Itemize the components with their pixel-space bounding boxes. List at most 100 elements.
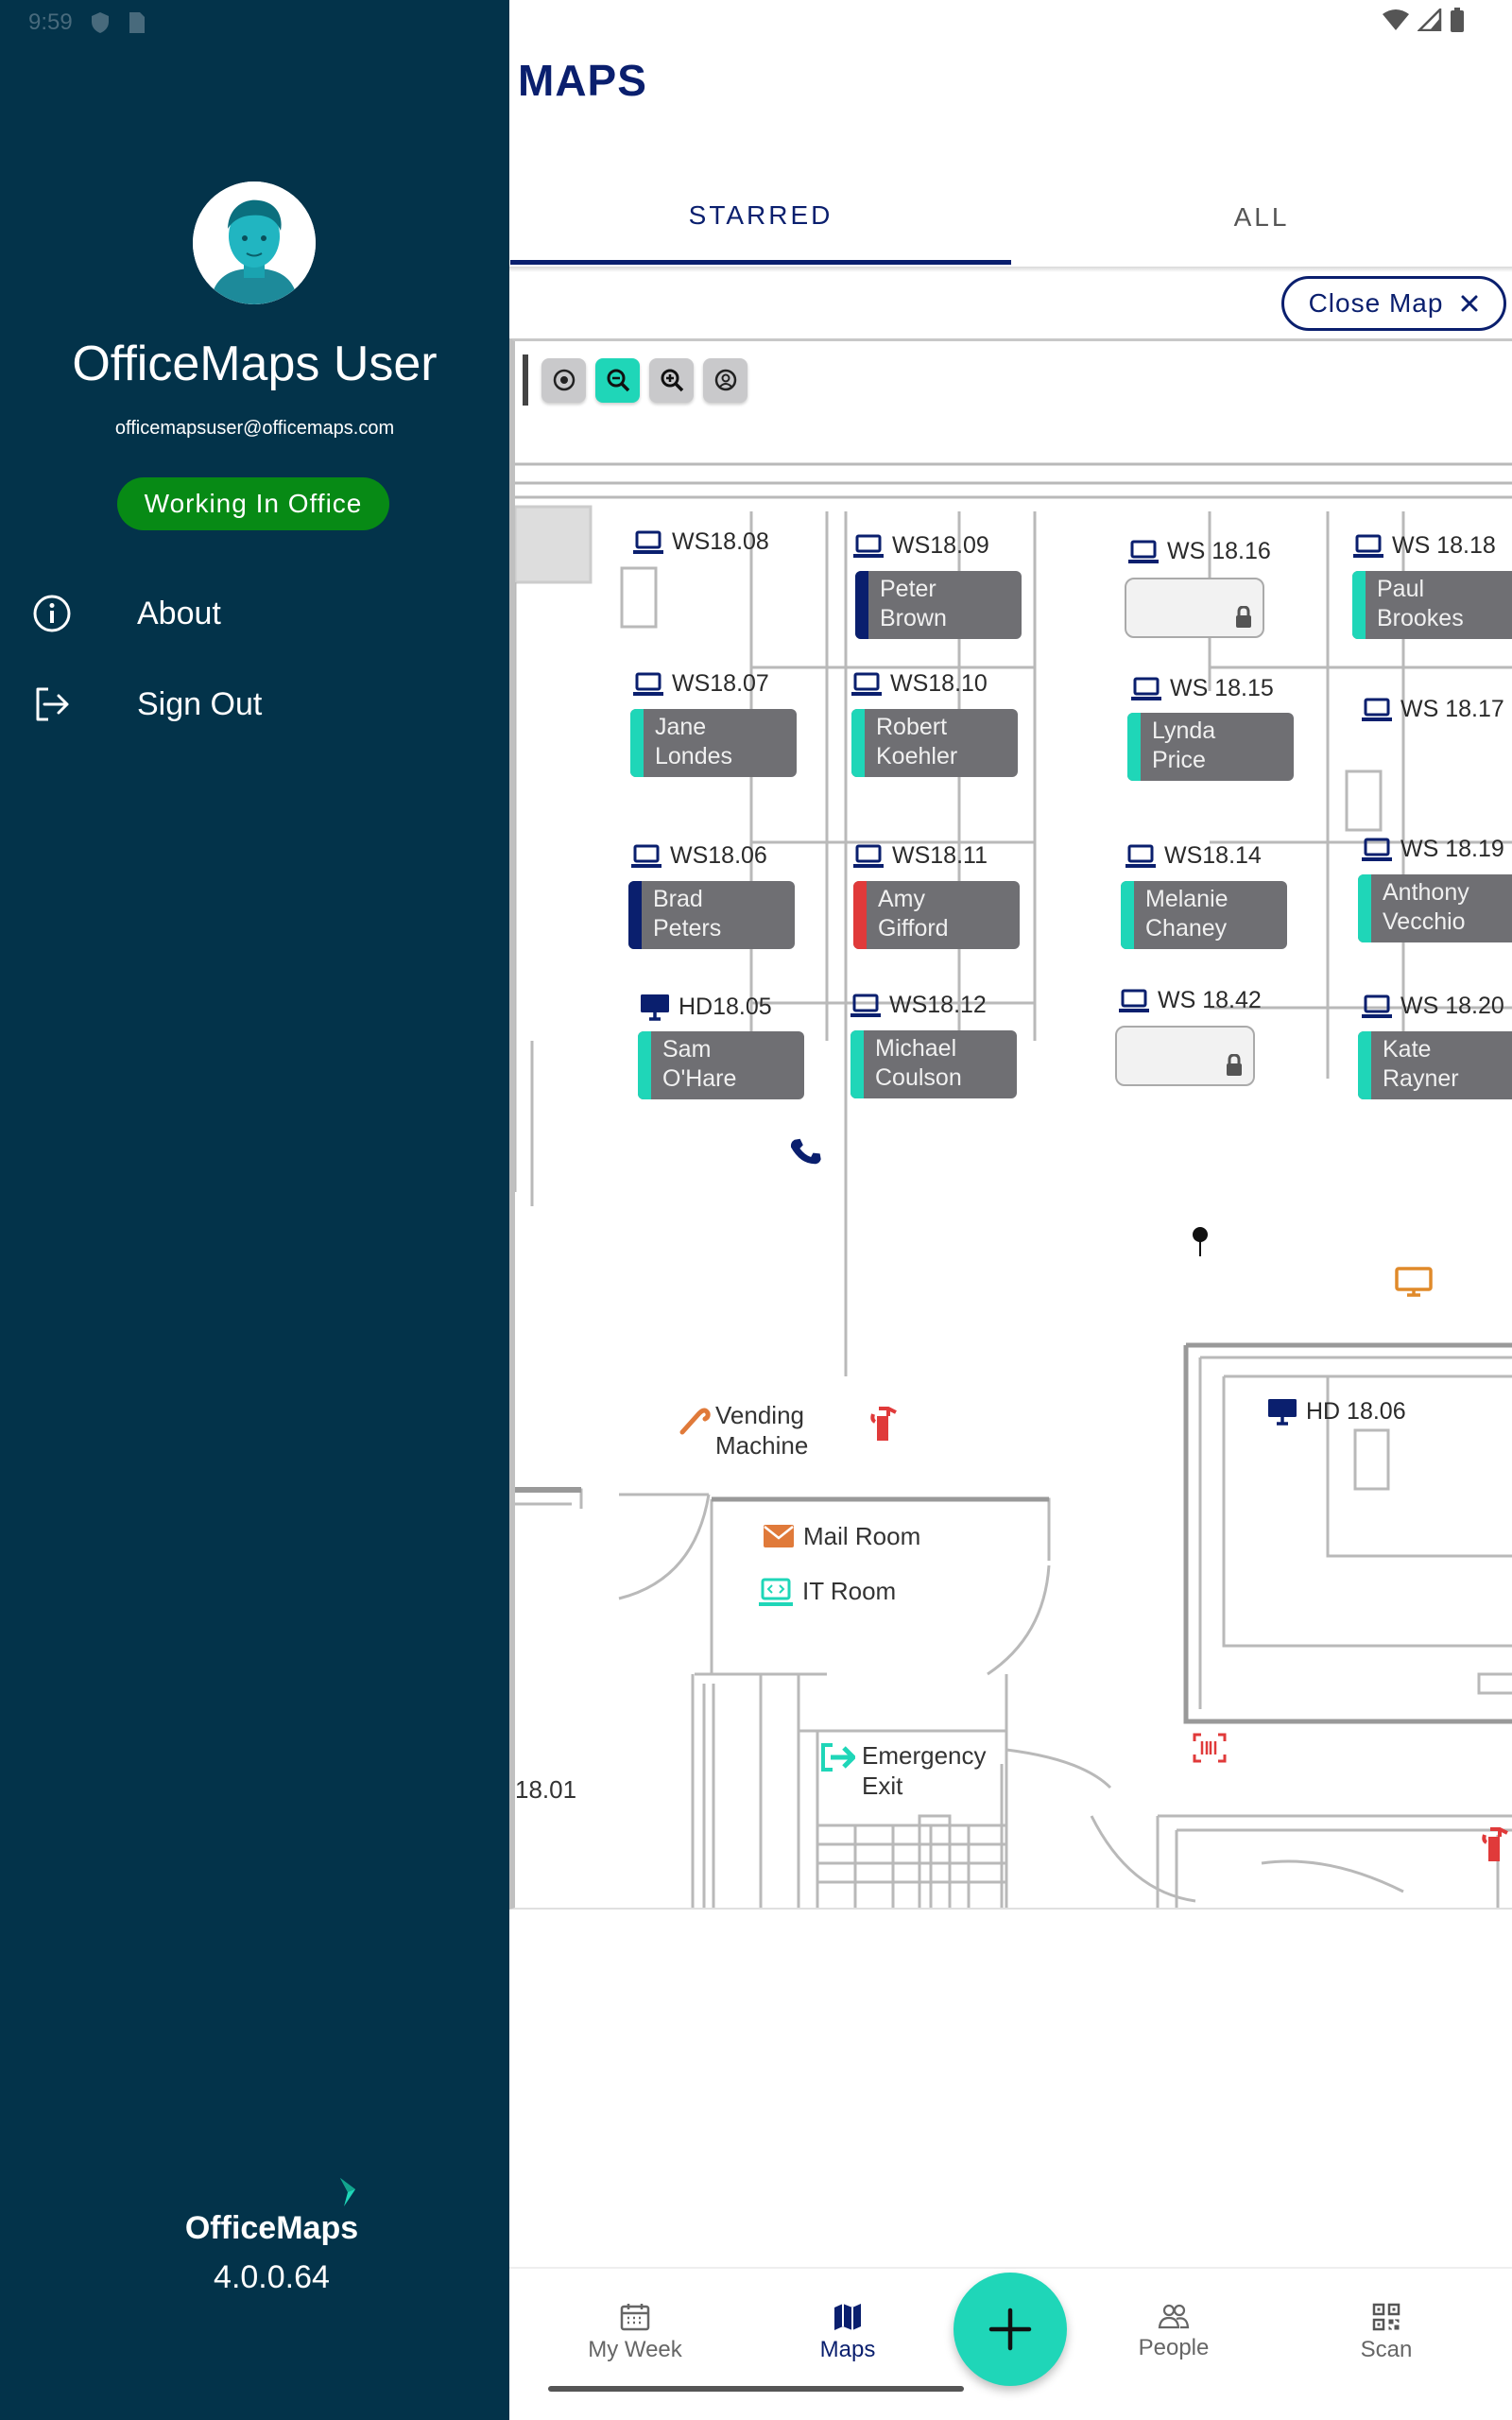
user-email: officemapsuser@officemaps.com [114,418,395,439]
fire-extinguisher-icon[interactable] [868,1405,900,1443]
desk-label[interactable]: WS 18.15 [1130,675,1274,702]
lock-icon [1227,1054,1242,1076]
occupant-card[interactable]: Melanie Chaney [1121,881,1287,949]
occupant-name: Robert Koehler [876,714,958,769]
occupant-card[interactable]: Paul Brookes [1352,571,1512,639]
qr-code-icon [1372,2303,1400,2331]
battery-icon [1451,8,1464,32]
barcode-scan-icon[interactable] [1193,1733,1227,1763]
recenter-button[interactable] [541,357,586,403]
floor-map[interactable]: WS18.08 WS18.09 Peter Brown WS 18.16 WS 18.1… [509,338,1512,1910]
signal-icon [1418,9,1442,31]
emergency-exit-label: Emergency Exit [862,1741,987,1800]
occupant-card[interactable]: Kate Rayner [1358,1031,1512,1099]
desk-id: WS18.07 [672,670,769,697]
envelope-icon [764,1525,794,1547]
app-version: 4.0.0.64 [214,2259,330,2295]
wifi-icon [1383,9,1409,30]
occupant-card[interactable]: Peter Brown [855,571,1022,639]
laptop-icon [633,672,663,696]
desk-id: WS18.06 [670,842,767,869]
desk-id: HD 18.06 [1306,1397,1406,1425]
laptop-code-icon [759,1578,793,1606]
monitor-icon[interactable] [1394,1266,1434,1298]
occupant-name: Melanie Chaney [1145,886,1228,942]
zoom-out-button[interactable] [595,357,640,403]
candy-cane-icon [679,1408,711,1435]
people-icon [1158,2304,1190,2329]
desk-label[interactable]: WS 18.42 [1118,987,1262,1014]
desktop-monitor-icon [1268,1399,1297,1426]
phone-icon[interactable] [789,1135,821,1167]
occupant-name: Amy Gifford [878,886,949,942]
nav-my-week[interactable]: My Week [541,2303,730,2363]
desk-label[interactable]: HD18.05 [639,993,772,1021]
desk-label[interactable]: HD 18.06 [1266,1397,1406,1426]
desk-label[interactable]: WS 18.18 [1352,532,1496,560]
locked-desk-slot[interactable] [1125,578,1264,638]
occupant-card[interactable]: Michael Coulson [850,1030,1017,1098]
occupant-status-bar [853,881,867,949]
occupant-card[interactable]: Jane Londes [630,709,797,777]
desk-label[interactable]: WS18.12 [850,992,987,1019]
nav-maps[interactable]: Maps [753,2303,942,2363]
desk-label[interactable]: WS 18.19 [1361,836,1504,863]
occupant-status-bar [628,881,642,949]
close-map-button[interactable]: Close Map [1281,276,1506,331]
occupant-name: Peter Brown [880,576,947,631]
desk-label[interactable]: WS 18.16 [1127,538,1271,565]
nav-people[interactable]: People [1079,2303,1268,2361]
avatar[interactable] [193,182,316,304]
occupant-card[interactable]: Robert Koehler [851,709,1018,777]
occupant-card[interactable]: Lynda Price [1127,713,1294,781]
page-title: MAPS [518,56,647,105]
occupant-status-bar [855,571,868,639]
status-bar-left: 9:59 [28,9,146,36]
desk-label[interactable]: WS18.07 [632,670,769,698]
toolbar-handle[interactable] [523,354,528,406]
map-zoom-toolbar [523,354,747,406]
zoom-out-icon [607,369,629,392]
desk-label[interactable]: WS 18.17 [1361,696,1504,723]
shield-icon [91,12,109,33]
desk-label[interactable]: WS18.11 [852,842,988,870]
fire-extinguisher-icon[interactable] [1479,1825,1511,1863]
laptop-icon [1131,677,1161,700]
menu-item-about[interactable]: About [0,576,509,651]
zoom-in-button[interactable] [649,357,694,403]
nav-scan[interactable]: Scan [1292,2303,1481,2363]
occupant-name: Michael Coulson [875,1035,962,1091]
desk-label[interactable]: WS18.08 [632,528,769,556]
desk-label[interactable]: WS 18.20 [1361,993,1504,1020]
desk-label[interactable]: WS18.14 [1125,842,1262,870]
nav-label: People [1138,2335,1210,2360]
occupant-name: Jane Londes [655,714,733,769]
my-location-button[interactable] [703,357,747,403]
tab-divider [509,267,1512,272]
occupant-card[interactable]: Amy Gifford [853,881,1020,949]
nav-label: My Week [588,2337,682,2362]
location-pin-icon[interactable] [1190,1225,1211,1257]
laptop-icon [1125,844,1156,868]
occupant-status-bar [850,1030,864,1098]
desk-label[interactable]: WS18.10 [850,670,988,698]
menu-item-sign-out[interactable]: Sign Out [0,666,509,742]
occupant-status-bar [851,709,865,777]
occupant-card[interactable]: Sam O'Hare [638,1031,804,1099]
desk-label[interactable]: WS18.09 [852,532,989,560]
locked-desk-slot[interactable] [1115,1026,1255,1086]
tab-starred[interactable]: STARRED [510,170,1011,265]
tab-all[interactable]: ALL [1011,170,1512,265]
desk-id: WS 18.15 [1170,675,1274,701]
status-time: 9:59 [28,9,73,35]
laptop-icon [1362,698,1392,721]
occupant-status-bar [1358,874,1371,942]
add-booking-button[interactable] [954,2273,1067,2386]
desk-id: WS18.12 [889,992,987,1018]
occupant-card[interactable]: Brad Peters [628,881,795,949]
home-indicator[interactable] [548,2386,964,2392]
desk-label[interactable]: WS18.06 [630,842,767,870]
working-status-badge[interactable]: Working In Office [117,477,389,530]
occupant-card[interactable]: Anthony Vecchio [1358,874,1512,942]
desk-id: WS 18.17 [1400,696,1504,722]
